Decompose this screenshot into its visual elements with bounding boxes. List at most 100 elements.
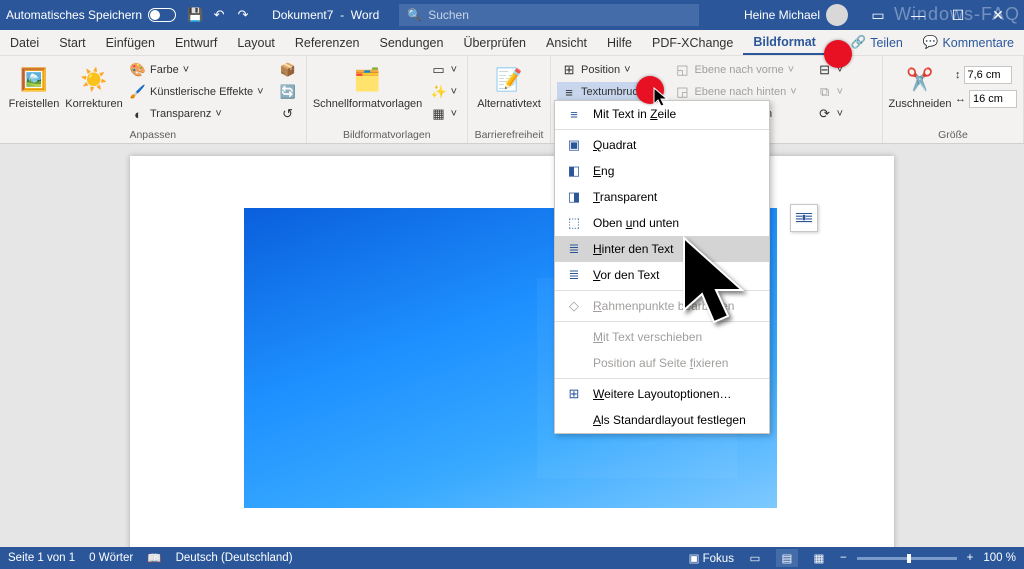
- autosave-toggle[interactable]: Automatisches Speichern: [6, 8, 176, 22]
- corrections-icon: ☀️: [78, 64, 110, 96]
- tab-ansicht[interactable]: Ansicht: [536, 30, 597, 55]
- status-page[interactable]: Seite 1 von 1: [8, 552, 75, 564]
- rotate-icon: ⟳: [817, 106, 833, 122]
- height-icon: ↕: [955, 69, 961, 81]
- transparenz-button[interactable]: ◐Transparenz ˅: [126, 104, 268, 124]
- rotate-button[interactable]: ⟳˅: [813, 104, 847, 124]
- autosave-label: Automatisches Speichern: [6, 8, 142, 22]
- ribbon-display-icon[interactable]: ▭: [858, 0, 898, 30]
- tab-layout[interactable]: Layout: [227, 30, 285, 55]
- farbe-button[interactable]: 🎨Farbe ˅: [126, 60, 268, 80]
- comments-button[interactable]: 💬Kommentare: [913, 30, 1024, 55]
- mi-position-fixieren: Position auf Seite fixieren: [555, 350, 769, 376]
- status-bar: Seite 1 von 1 0 Wörter 📖 Deutsch (Deutsc…: [0, 547, 1024, 569]
- width-icon: ↔: [955, 93, 966, 105]
- tab-einfuegen[interactable]: Einfügen: [96, 30, 165, 55]
- wrap-behind-icon: ≣: [565, 241, 583, 257]
- tab-pdfxchange[interactable]: PDF-XChange: [642, 30, 743, 55]
- korrekturen-button[interactable]: ☀️ Korrekturen: [66, 60, 122, 114]
- avatar-icon: [826, 4, 848, 26]
- cursor-large-icon: [676, 232, 766, 332]
- layout-options-button[interactable]: [790, 204, 818, 232]
- picture-border-button[interactable]: ▭˅: [427, 60, 461, 80]
- tab-hilfe[interactable]: Hilfe: [597, 30, 642, 55]
- zoom-slider[interactable]: [857, 557, 957, 560]
- search-input[interactable]: 🔍 Suchen: [399, 4, 699, 26]
- tab-sendungen[interactable]: Sendungen: [370, 30, 454, 55]
- comment-icon: 💬: [923, 35, 939, 50]
- search-placeholder: Suchen: [428, 8, 469, 22]
- proofing-icon[interactable]: 📖: [147, 551, 161, 565]
- view-print-icon[interactable]: ▤: [776, 549, 798, 567]
- group-button[interactable]: ⧉˅: [813, 82, 847, 102]
- alternativtext-button[interactable]: 📝 Alternativtext: [474, 60, 544, 114]
- wrap-topbottom-icon: ⬚: [565, 215, 583, 231]
- alttext-icon: 📝: [493, 64, 525, 96]
- mi-weitere-layoutoptionen[interactable]: ⊞Weitere Layoutoptionen…: [555, 381, 769, 407]
- redo-icon[interactable]: ↷: [234, 6, 252, 24]
- tab-entwurf[interactable]: Entwurf: [165, 30, 227, 55]
- zoom-out-button[interactable]: −: [840, 552, 847, 564]
- status-language[interactable]: Deutsch (Deutschland): [176, 552, 293, 564]
- tab-start[interactable]: Start: [49, 30, 95, 55]
- mi-transparent[interactable]: ◨Transparent: [555, 184, 769, 210]
- quick-access-toolbar: 💾 ↶ ↷: [186, 6, 252, 24]
- wrap-square-icon: ▣: [565, 137, 583, 153]
- mi-als-standardlayout[interactable]: Als Standardlayout festlegen: [555, 407, 769, 433]
- tab-referenzen[interactable]: Referenzen: [285, 30, 370, 55]
- document-canvas[interactable]: [0, 144, 1024, 547]
- view-read-icon[interactable]: ▭: [744, 549, 766, 567]
- layout-icon: ▦: [431, 106, 447, 122]
- crop-icon: ✂️: [904, 64, 936, 96]
- toggle-switch-icon[interactable]: [148, 8, 176, 22]
- save-icon[interactable]: 💾: [186, 6, 204, 24]
- group-icon: ⧉: [817, 84, 833, 100]
- tab-bildformat[interactable]: Bildformat: [743, 30, 826, 55]
- zoom-level[interactable]: 100 %: [983, 552, 1016, 564]
- mi-eng[interactable]: ◧Eng: [555, 158, 769, 184]
- zoom-in-button[interactable]: +: [967, 552, 974, 564]
- remove-bg-icon: 🖼️: [18, 64, 50, 96]
- height-input[interactable]: ↕: [955, 66, 1017, 84]
- search-icon: 🔍: [407, 8, 422, 22]
- zuschneiden-button[interactable]: ✂️ Zuschneiden: [889, 60, 951, 114]
- user-account[interactable]: Heine Michael: [744, 4, 848, 26]
- width-input[interactable]: ↔: [955, 90, 1017, 108]
- ebene-nach-hinten-button[interactable]: ◲Ebene nach hinten ˅: [670, 82, 800, 102]
- annotation-circle: [824, 40, 852, 68]
- reset-picture-button[interactable]: ↺: [276, 104, 300, 124]
- reset-icon: ↺: [280, 106, 296, 122]
- bring-forward-icon: ◱: [674, 62, 690, 78]
- kuenstlerische-effekte-button[interactable]: 🖌️Künstlerische Effekte ˅: [126, 82, 268, 102]
- schnellformatvorlagen-button[interactable]: 🗂️ Schnellformatvorlagen: [313, 60, 423, 114]
- status-words[interactable]: 0 Wörter: [89, 552, 133, 564]
- share-icon: 🔗: [851, 35, 867, 50]
- transparency-icon: ◐: [130, 106, 146, 122]
- effects-icon: ✨: [431, 84, 447, 100]
- user-name: Heine Michael: [744, 8, 820, 22]
- position-icon: ⊞: [561, 62, 577, 78]
- compress-icon: 📦: [280, 62, 296, 78]
- change-picture-button[interactable]: 🔄: [276, 82, 300, 102]
- quickstyles-icon: 🗂️: [352, 64, 384, 96]
- picture-effects-button[interactable]: ✨˅: [427, 82, 461, 102]
- watermark: Windows-FAQ: [894, 4, 1020, 25]
- focus-mode-button[interactable]: ▣ Fokus: [689, 551, 734, 565]
- ribbon-tabs: Datei Start Einfügen Entwurf Layout Refe…: [0, 30, 1024, 56]
- group-anpassen: 🖼️ Freistellen ☀️ Korrekturen 🎨Farbe ˅ 🖌…: [0, 56, 307, 143]
- page[interactable]: [130, 156, 894, 547]
- picture-layout-button[interactable]: ▦˅: [427, 104, 461, 124]
- group-bildformatvorlagen: 🗂️ Schnellformatvorlagen ▭˅ ✨˅ ▦˅ Bildfo…: [307, 56, 468, 143]
- freistellen-button[interactable]: 🖼️ Freistellen: [6, 60, 62, 114]
- document-title: Dokument7 - Word: [272, 8, 379, 22]
- tab-ueberpruefen[interactable]: Überprüfen: [453, 30, 536, 55]
- wrap-inline-icon: ≡: [565, 107, 583, 122]
- tab-datei[interactable]: Datei: [0, 30, 49, 55]
- compress-button[interactable]: 📦: [276, 60, 300, 80]
- titlebar: Automatisches Speichern 💾 ↶ ↷ Dokument7 …: [0, 0, 1024, 30]
- view-web-icon[interactable]: ▦: [808, 549, 830, 567]
- mi-quadrat[interactable]: ▣Quadrat: [555, 132, 769, 158]
- undo-icon[interactable]: ↶: [210, 6, 228, 24]
- ebene-nach-vorne-button[interactable]: ◱Ebene nach vorne ˅: [670, 60, 800, 80]
- group-barrierefreiheit: 📝 Alternativtext Barrierefreiheit: [468, 56, 551, 143]
